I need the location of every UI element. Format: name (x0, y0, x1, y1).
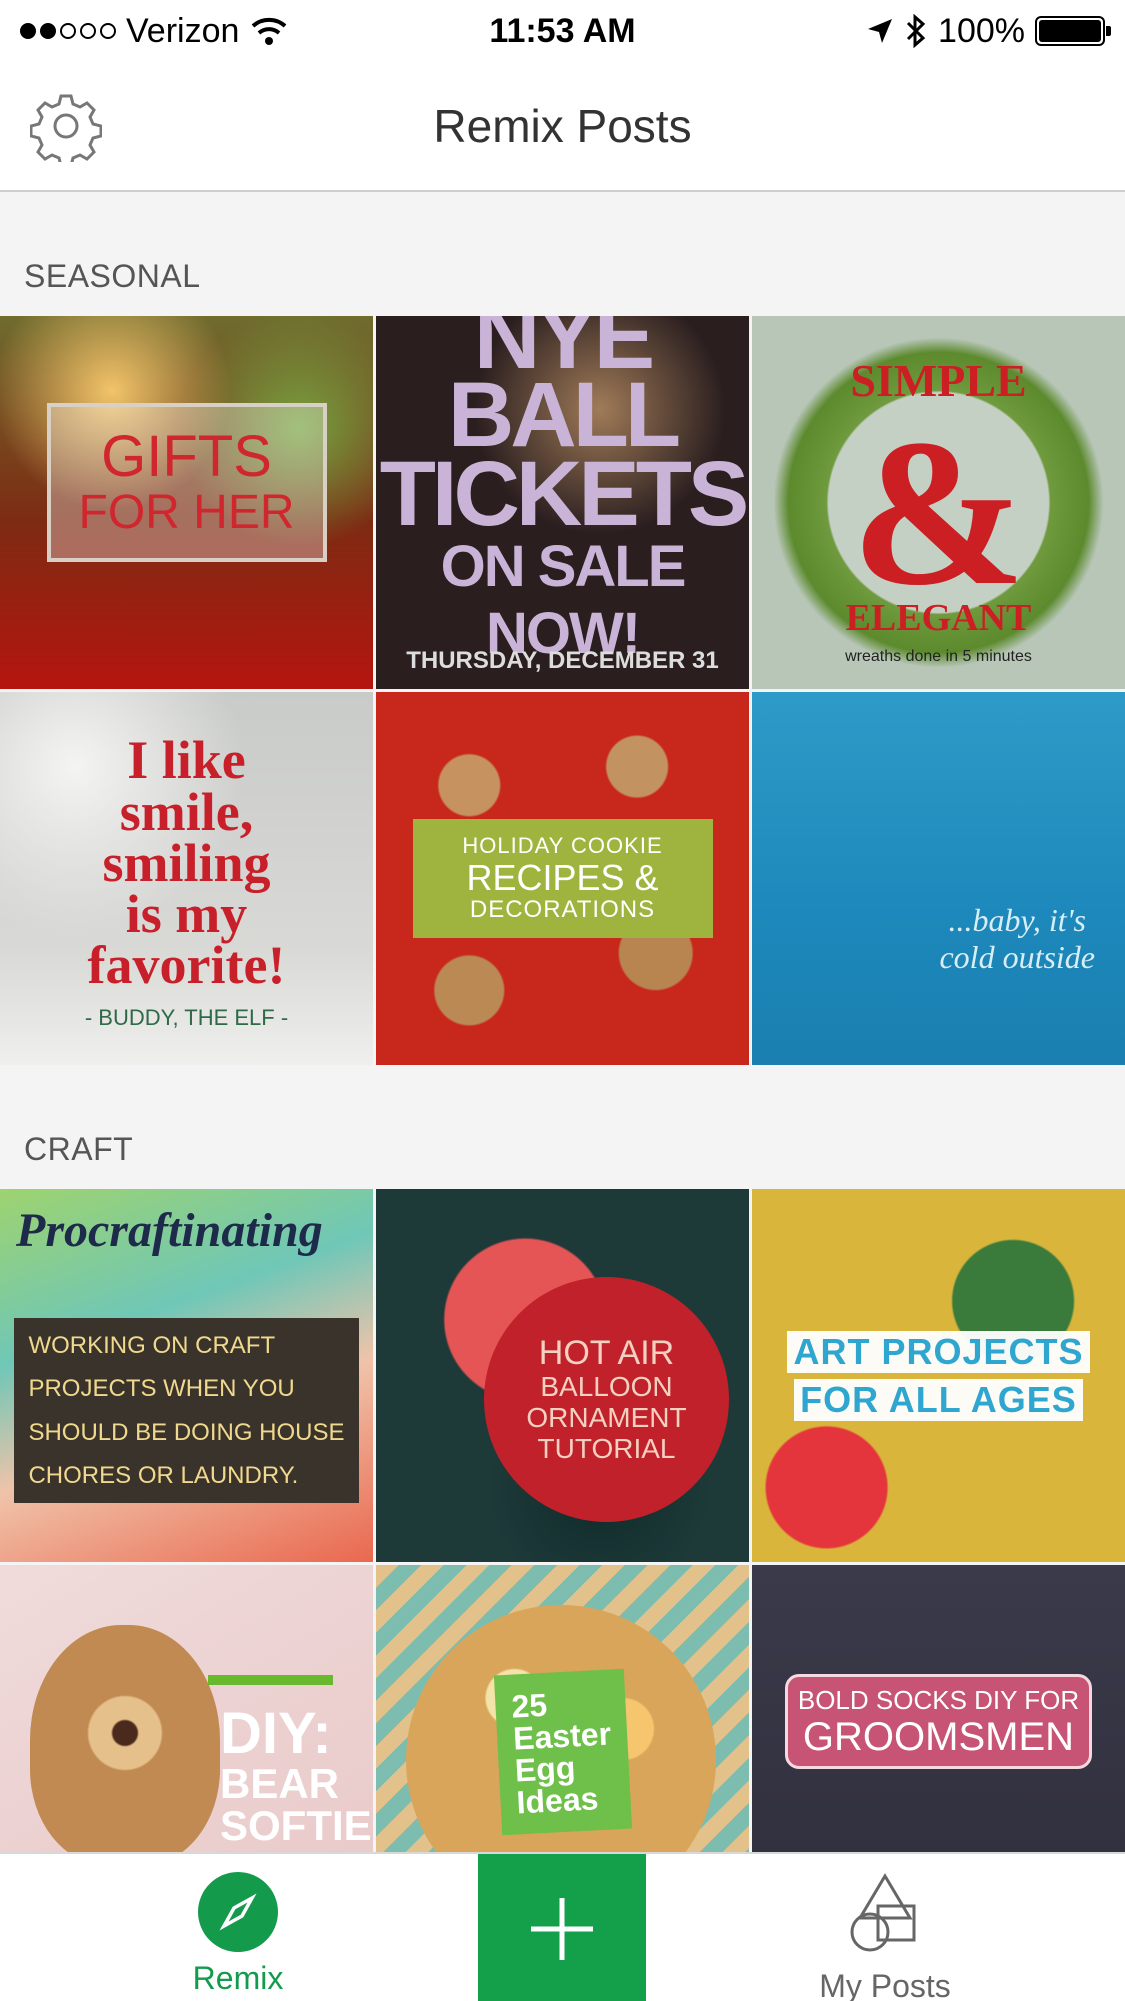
tile-text: HOLIDAY COOKIE (462, 832, 663, 858)
tile-text: DIY: (220, 1701, 332, 1766)
tile-text: BOLD SOCKS DIY FOR (797, 1685, 1080, 1715)
tile-text: cold outside (939, 938, 1095, 975)
tile-text: NYE BALL (447, 316, 681, 467)
tile-text: PROJECTS WHEN YOU (28, 1375, 295, 1403)
tile-text: SOFTIE (220, 1802, 372, 1849)
tile-text: THURSDAY, DECEMBER 31 (406, 647, 719, 674)
tile-text: DECORATIONS (469, 896, 656, 924)
tab-bar: Remix My Posts (0, 1852, 1125, 2001)
nav-bar: Remix Posts (0, 62, 1125, 192)
tile-text: wreaths done in 5 minutes (845, 648, 1032, 665)
tile-badge: HOT AIR BALLOON ORNAMENT TUTORIAL (484, 1277, 729, 1522)
tile-text-group: ART PROJECTS FOR ALL AGES (787, 1328, 1090, 1424)
tile-text: Ideas (515, 1779, 599, 1820)
tile-text: TUTORIAL (537, 1432, 676, 1464)
carrier-name: Verizon (126, 11, 240, 50)
template-tile-art-projects[interactable]: ART PROJECTS FOR ALL AGES (752, 1189, 1125, 1562)
location-arrow-icon (868, 19, 893, 43)
template-tile-bear-softie[interactable]: DIY: BEAR SOFTIE (0, 1565, 373, 1852)
tile-tag: 25 Easter Egg Ideas (493, 1668, 632, 1835)
tile-text: FOR ALL AGES (794, 1378, 1083, 1421)
template-tile-simple-elegant[interactable]: SIMPLE & ELEGANT wreaths done in 5 minut… (752, 316, 1125, 689)
tile-text: GROOMSMEN (802, 1715, 1075, 1759)
tile-text-group: I like smile, smiling is my favorite! (87, 730, 286, 996)
tile-text: ELEGANT (845, 597, 1032, 639)
tile-text: RECIPES & (466, 856, 659, 898)
teddy-bear-image (30, 1625, 220, 1852)
remix-feed[interactable]: SEASONAL GIFTS FOR HER NYE BALL TICKETS … (0, 192, 1125, 1852)
tile-text-box: WORKING ON CRAFT PROJECTS WHEN YOU SHOUL… (14, 1318, 359, 1503)
tile-text: is my (125, 884, 248, 945)
battery-icon (1035, 16, 1111, 46)
tile-text: - BUDDY, THE ELF - (84, 1005, 289, 1030)
tile-text: BALLOON (540, 1371, 673, 1402)
tab-remix-label: Remix (192, 1960, 284, 1996)
status-bar: Verizon 11:53 AM 100% (0, 0, 1125, 62)
section-title-craft: CRAFT (24, 1131, 134, 1167)
craft-grid: Procraftinating WORKING ON CRAFT PROJECT… (0, 1189, 1125, 1852)
tile-banner: HOLIDAY COOKIE RECIPES & DECORATIONS (412, 818, 713, 939)
tile-text: GIFTS (101, 423, 272, 489)
tile-text: smile, (119, 781, 254, 842)
tile-text: FOR HER (78, 485, 295, 539)
battery-percent: 100% (938, 11, 1025, 50)
plus-icon (531, 1897, 593, 1960)
template-tile-holiday-cookies[interactable]: HOLIDAY COOKIE RECIPES & DECORATIONS (376, 692, 749, 1065)
section-title-seasonal: SEASONAL (24, 258, 201, 294)
tile-text-box: GIFTS FOR HER (46, 402, 327, 563)
page-title: Remix Posts (433, 100, 692, 152)
tile-text: smiling (102, 832, 271, 893)
accent-bar (208, 1675, 333, 1685)
tile-text: SHOULD BE DOING HOUSE (28, 1418, 345, 1446)
template-tile-gifts-for-her[interactable]: GIFTS FOR HER (0, 316, 373, 689)
tile-text: ART PROJECTS (787, 1330, 1090, 1373)
template-tile-cold-outside[interactable]: ...baby, it's cold outside (752, 692, 1125, 1065)
tile-text: & (851, 396, 1026, 629)
tile-text: I like (127, 730, 246, 791)
battery-fill (1039, 20, 1101, 42)
signal-strength-icon (20, 23, 116, 39)
wifi-icon (252, 17, 287, 45)
tile-text: TICKETS (379, 442, 749, 545)
tile-text-group: DIY: BEAR SOFTIE (220, 1705, 372, 1847)
tile-text: WORKING ON CRAFT (28, 1332, 276, 1360)
tile-text: BEAR (220, 1760, 340, 1807)
tab-my-posts-label: My Posts (819, 1968, 951, 2001)
tile-text: Procraftinating (16, 1204, 323, 1257)
template-tile-bold-socks[interactable]: BOLD SOCKS DIY FOR GROOMSMEN (752, 1565, 1125, 1852)
tile-text: favorite! (87, 935, 286, 996)
template-tile-easter-eggs[interactable]: 25 Easter Egg Ideas (376, 1565, 749, 1852)
create-post-button[interactable] (478, 1854, 646, 2001)
tile-text-group: ...baby, it's cold outside (939, 902, 1095, 976)
gear-icon[interactable] (30, 90, 102, 162)
template-tile-nye-ball[interactable]: NYE BALL TICKETS ON SALE NOW! THURSDAY, … (376, 316, 749, 689)
compass-icon (198, 1872, 278, 1952)
shapes-icon (850, 1873, 916, 1952)
tile-text: ORNAMENT (526, 1401, 687, 1433)
bluetooth-icon (906, 14, 926, 48)
tile-text: SIMPLE (850, 355, 1027, 406)
seasonal-grid: GIFTS FOR HER NYE BALL TICKETS ON SALE N… (0, 316, 1125, 1065)
tile-text: Easter (511, 1714, 612, 1757)
template-tile-hot-air-balloon[interactable]: HOT AIR BALLOON ORNAMENT TUTORIAL (376, 1189, 749, 1562)
tile-text-group: NYE BALL TICKETS ON SALE NOW! (376, 316, 749, 667)
status-left: Verizon (20, 12, 289, 51)
tile-text: CHORES OR LAUNDRY. (28, 1461, 299, 1489)
tab-my-posts[interactable]: My Posts (785, 1872, 985, 2001)
status-right: 100% (866, 11, 1111, 51)
tile-text: Egg (513, 1748, 576, 1789)
tile-text: HOT AIR (538, 1333, 675, 1372)
tile-text: ...baby, it's (948, 902, 1086, 938)
template-tile-procraftinating[interactable]: Procraftinating WORKING ON CRAFT PROJECT… (0, 1189, 373, 1562)
tab-remix[interactable]: Remix (138, 1872, 338, 1997)
template-tile-elf-quote[interactable]: I like smile, smiling is my favorite! - … (0, 692, 373, 1065)
tile-sign: BOLD SOCKS DIY FOR GROOMSMEN (784, 1674, 1093, 1769)
